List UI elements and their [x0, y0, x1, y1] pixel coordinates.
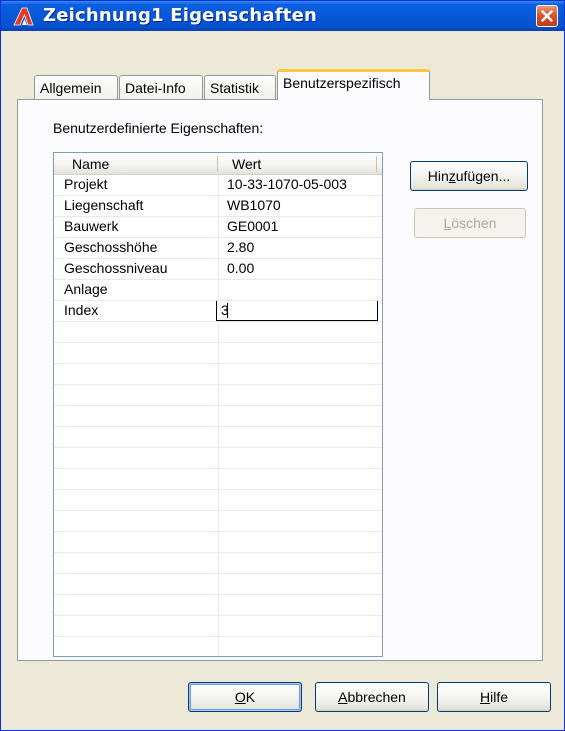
title-bar[interactable]: Zeichnung1 Eigenschaften [1, 1, 564, 31]
section-label: Benutzerdefinierte Eigenschaften: [53, 120, 264, 136]
empty-row [54, 427, 382, 448]
empty-row [54, 616, 382, 637]
add-button-label-rest: ufügen... [455, 168, 511, 184]
column-divider[interactable] [217, 156, 218, 172]
column-header-name[interactable]: Name [72, 153, 109, 175]
property-name: Anlage [64, 281, 108, 297]
ok-button-mnemonic: O [234, 689, 246, 705]
empty-row [54, 511, 382, 532]
list-item[interactable]: Projekt 10-33-1070-05-003 [54, 175, 382, 196]
list-item[interactable]: Liegenschaft WB1070 [54, 196, 382, 217]
property-name: Index [64, 302, 99, 318]
property-value: GE0001 [227, 218, 279, 234]
add-button-mnemonic: z [448, 168, 456, 184]
list-header: Name Wert [54, 153, 382, 175]
empty-row [54, 595, 382, 616]
property-name: Geschosshöhe [64, 239, 158, 255]
empty-row [54, 469, 382, 490]
autocad-icon [13, 7, 34, 26]
tab-allgemein[interactable]: Allgemein [34, 75, 118, 101]
close-button[interactable] [536, 5, 558, 27]
ok-button-label: K [245, 689, 256, 705]
window-title: Zeichnung1 Eigenschaften [43, 5, 318, 26]
text-caret [227, 303, 228, 318]
empty-row [54, 637, 382, 656]
empty-row [54, 553, 382, 574]
properties-list[interactable]: Name Wert Projekt 10-33-1070-05-003 Lieg… [53, 152, 383, 657]
cancel-button-label: bbrechen [347, 689, 406, 705]
add-button-label: Hin [427, 168, 449, 184]
property-value: 2.80 [227, 239, 255, 255]
properties-dialog: Zeichnung1 Eigenschaften Allgemein Datei… [0, 0, 565, 731]
property-value: 0.00 [227, 260, 255, 276]
property-name: Geschossniveau [64, 260, 168, 276]
empty-row [54, 406, 382, 427]
tab-datei-info[interactable]: Datei-Info [119, 75, 203, 101]
property-value: 10-33-1070-05-003 [227, 176, 347, 192]
help-button-mnemonic: H [479, 689, 491, 705]
custom-properties-panel: Benutzerdefinierte Eigenschaften: Name W… [17, 99, 543, 661]
empty-row [54, 574, 382, 595]
close-icon [541, 10, 553, 22]
empty-row [54, 343, 382, 364]
add-button[interactable]: Hinzufügen... [410, 161, 528, 191]
tab-benutzerspezifisch[interactable]: Benutzerspezifisch [277, 69, 430, 100]
property-value: WB1070 [227, 197, 281, 213]
column-header-value[interactable]: Wert [232, 153, 261, 175]
ok-button[interactable]: OK [188, 682, 302, 712]
empty-row [54, 385, 382, 406]
help-button[interactable]: Hilfe [437, 682, 551, 712]
delete-button-label: öschen [451, 215, 497, 231]
property-name: Bauwerk [64, 218, 119, 234]
column-divider[interactable] [376, 156, 377, 172]
cancel-button[interactable]: Abbrechen [315, 682, 429, 712]
empty-row [54, 322, 382, 343]
empty-row [54, 448, 382, 469]
list-item[interactable]: Anlage [54, 280, 382, 301]
list-item[interactable]: Geschosshöhe 2.80 [54, 238, 382, 259]
help-button-label: ilfe [490, 689, 509, 705]
delete-button[interactable]: Löschen [414, 208, 526, 238]
list-item[interactable]: Index 3 [54, 301, 382, 322]
tab-statistik[interactable]: Statistik [204, 75, 276, 101]
empty-row [54, 364, 382, 385]
empty-row [54, 490, 382, 511]
property-name: Projekt [64, 176, 108, 192]
list-item[interactable]: Geschossniveau 0.00 [54, 259, 382, 280]
empty-row [54, 532, 382, 553]
list-item[interactable]: Bauwerk GE0001 [54, 217, 382, 238]
property-name: Liegenschaft [64, 197, 144, 213]
property-value-input[interactable]: 3 [216, 301, 378, 321]
